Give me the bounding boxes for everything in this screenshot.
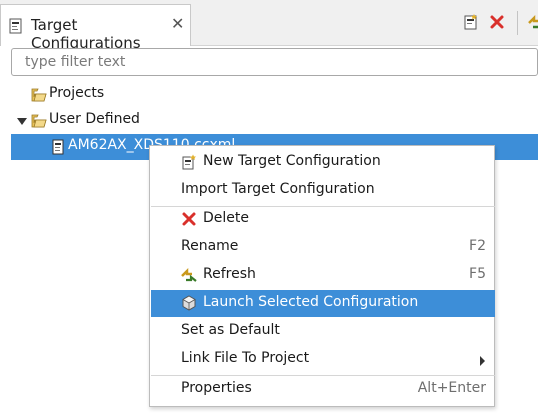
menu-item-refresh[interactable]: Refresh F5	[151, 262, 495, 289]
menu-item-rename[interactable]: Rename F2	[151, 234, 495, 261]
delete-icon[interactable]	[488, 13, 508, 33]
tree-item-projects[interactable]: Projects	[0, 82, 538, 108]
menu-item-properties[interactable]: Properties Alt+Enter	[151, 376, 495, 403]
target-config-icon	[9, 18, 23, 38]
menu-item-label: Delete	[203, 210, 249, 226]
menu-item-link-file-to-project[interactable]: Link File To Project	[151, 346, 495, 373]
menu-item-accelerator: F5	[469, 266, 486, 282]
tree-item-user-defined[interactable]: User Defined	[0, 108, 538, 134]
delete-icon	[181, 211, 197, 227]
menu-item-launch-selected-configuration[interactable]: Launch Selected Configuration	[151, 290, 495, 317]
filter-input[interactable]	[11, 48, 538, 76]
submenu-arrow-icon	[480, 356, 485, 366]
refresh-icon	[181, 267, 197, 283]
tree-item-label: User Defined	[49, 111, 140, 127]
menu-item-label: Set as Default	[181, 322, 280, 338]
new-target-config-icon	[181, 154, 197, 170]
target-config-file-icon	[52, 139, 65, 159]
new-target-config-icon[interactable]	[462, 13, 482, 33]
menu-item-import-target-configuration[interactable]: Import Target Configuration	[151, 177, 495, 204]
menu-item-accelerator: F2	[469, 238, 486, 254]
folder-open-icon	[31, 88, 47, 106]
view-header: Target Configurations ✕	[0, 0, 538, 52]
menu-item-new-target-configuration[interactable]: New Target Configuration	[151, 149, 495, 176]
view-tab-target-configurations[interactable]: Target Configurations ✕	[0, 4, 191, 52]
folder-open-icon	[31, 114, 47, 132]
close-icon[interactable]: ✕	[171, 14, 184, 33]
launch-debug-icon	[181, 295, 197, 311]
expand-arrow-icon[interactable]	[17, 118, 27, 125]
menu-item-label: Properties	[181, 380, 252, 396]
toolbar-separator	[517, 11, 518, 35]
menu-item-label: Refresh	[203, 266, 256, 282]
menu-item-delete[interactable]: Delete	[151, 206, 495, 233]
menu-item-label: Rename	[181, 238, 239, 254]
refresh-icon[interactable]	[527, 13, 538, 33]
view-tab-title: Target Configurations	[31, 16, 141, 52]
menu-item-label: Launch Selected Configuration	[203, 294, 419, 310]
menu-item-set-as-default[interactable]: Set as Default	[151, 318, 495, 345]
menu-item-accelerator: Alt+Enter	[417, 380, 486, 396]
menu-item-label: Link File To Project	[181, 350, 310, 366]
context-menu: New Target Configuration Import Target C…	[149, 145, 495, 407]
menu-item-label: New Target Configuration	[203, 153, 381, 169]
tree-item-label: Projects	[49, 85, 105, 101]
menu-item-label: Import Target Configuration	[181, 181, 375, 197]
